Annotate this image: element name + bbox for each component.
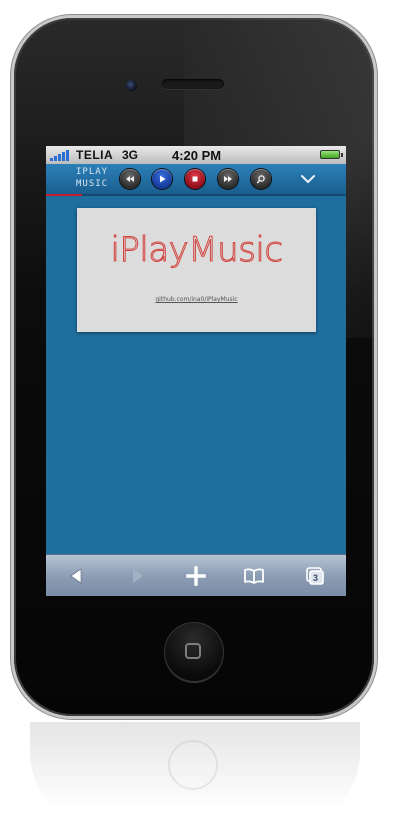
home-button [164,622,224,682]
battery-icon [320,150,343,159]
rewind-icon [126,176,134,182]
playback-progress-bar [46,194,82,196]
github-link[interactable]: github.com/ina0/iPlayMusic [77,296,316,303]
add-icon[interactable] [185,566,207,586]
earpiece-speaker [162,79,224,89]
reflection-home-ring [168,740,218,790]
phone-reflection [30,722,360,832]
front-camera [126,80,137,91]
chevron-down-icon[interactable] [300,171,316,187]
stop-icon [192,176,198,182]
card-title: iPlayMusic [110,230,284,271]
safari-toolbar: 3 [46,554,346,596]
network-type: 3G [122,148,139,162]
phone-screen: TELIA 3G 4:20 PM IPLAY MUSIC iPlayMusic … [46,146,346,596]
back-icon[interactable] [66,566,88,586]
tab-count: 3 [313,573,319,583]
fast-forward-icon [224,176,232,182]
app-logo-line2: MUSIC [76,179,109,189]
search-button[interactable] [251,169,271,189]
signal-strength-icon [50,150,70,161]
play-icon [160,175,166,183]
player-bar: IPLAY MUSIC [46,164,346,196]
search-icon [256,175,265,184]
home-square-icon [185,643,201,659]
rewind-button[interactable] [120,169,140,189]
app-card: iPlayMusic github.com/ina0/iPlayMusic [77,208,316,332]
play-button[interactable] [152,169,172,189]
carrier-name: TELIA [76,148,114,162]
status-time: 4:20 PM [172,148,222,163]
fast-forward-button[interactable] [218,169,238,189]
tabs-button[interactable]: 3 [303,566,325,586]
stop-button[interactable] [185,169,205,189]
stage: TELIA 3G 4:20 PM IPLAY MUSIC iPlayMusic … [0,0,400,840]
forward-icon[interactable] [126,566,148,586]
app-logo: IPLAY MUSIC [76,166,116,190]
status-bar: TELIA 3G 4:20 PM [46,146,346,164]
app-logo-line1: IPLAY [76,167,109,177]
bookmarks-icon[interactable] [243,566,265,586]
